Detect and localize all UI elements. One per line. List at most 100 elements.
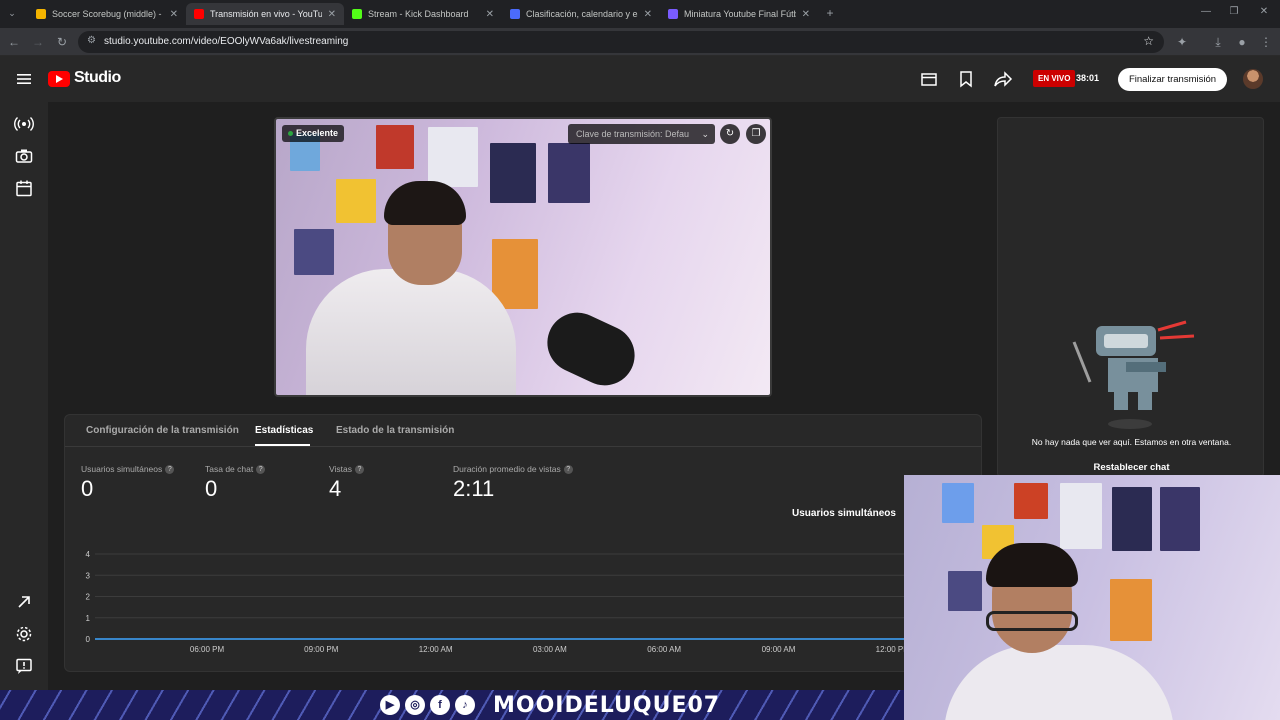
stream-key-label: Clave de transmisión: Defau	[576, 129, 690, 139]
x-tick-label: 12:00 AM	[419, 645, 453, 654]
banner-pattern	[0, 690, 904, 720]
x-tick-label: 03:00 AM	[533, 645, 567, 654]
poster-image	[490, 143, 536, 203]
facebook-icon: f	[430, 695, 450, 715]
x-tick-label: 06:00 AM	[647, 645, 681, 654]
tab-title: Stream - Kick Dashboard	[368, 9, 469, 19]
y-tick-label: 4	[86, 550, 91, 559]
avatar[interactable]	[1243, 69, 1263, 89]
live-broadcast-icon[interactable]	[14, 114, 34, 134]
studio-header: Studio EN VIVO 38:01 Finalizar transmisi…	[0, 56, 1280, 102]
external-link-icon[interactable]	[14, 592, 34, 612]
webcam-streamer-hair	[986, 543, 1078, 587]
share-icon[interactable]	[993, 69, 1013, 89]
browser-tab[interactable]: Stream - Kick Dashboard ✕	[344, 3, 502, 25]
new-tab-button[interactable]: +	[822, 5, 838, 21]
tab-title: Clasificación, calendario y estad	[526, 9, 638, 19]
x-tick-label: 09:00 AM	[762, 645, 796, 654]
webcam-streamer-body	[944, 645, 1174, 720]
minimize-icon[interactable]: —	[1198, 4, 1214, 20]
tab-title: Soccer Scorebug (middle) - Sta	[52, 9, 164, 19]
tab-search-icon[interactable]: ⌄	[4, 5, 20, 21]
address-bar-row: ← → ↻ ⚙ studio.youtube.com/video/EOOlyWV…	[0, 28, 1280, 56]
left-rail	[0, 102, 48, 690]
poster-image	[428, 127, 478, 187]
poster-image	[376, 125, 414, 169]
tab-favicon-icon	[668, 9, 678, 19]
streamer-hair	[384, 181, 466, 225]
extensions-icon[interactable]: ✦	[1174, 34, 1190, 50]
poster-image	[1060, 483, 1102, 549]
browser-tab[interactable]: Clasificación, calendario y estad ✕	[502, 3, 660, 25]
reset-chat-button[interactable]: Restablecer chat	[998, 462, 1265, 473]
window-close-icon[interactable]: ✕	[1256, 4, 1272, 20]
y-tick-label: 3	[86, 571, 91, 580]
omnibox[interactable]: ⚙ studio.youtube.com/video/EOOlyWVa6ak/l…	[78, 31, 1164, 53]
browser-tab[interactable]: Miniatura Youtube Final Fútbol ✕	[660, 3, 818, 25]
poster-image	[336, 179, 376, 223]
stats-panel: Configuración de la transmisión Estadíst…	[64, 414, 982, 672]
tab-close-icon[interactable]: ✕	[328, 9, 336, 20]
browser-menu-icon[interactable]: ⋮	[1258, 34, 1274, 50]
end-stream-button[interactable]: Finalizar transmisión	[1118, 68, 1227, 91]
tab-title: Transmisión en vivo - YouTube	[210, 9, 322, 19]
tab-close-icon[interactable]: ✕	[802, 9, 810, 20]
download-icon[interactable]: ⤓	[1210, 34, 1226, 50]
webcam-streamer-glasses	[986, 611, 1078, 631]
bookmark-icon[interactable]	[956, 69, 976, 89]
x-tick-label: 09:00 PM	[304, 645, 339, 654]
stream-key-dropdown[interactable]: Clave de transmisión: Defau ⌄	[568, 124, 715, 144]
back-icon[interactable]: ←	[6, 34, 22, 50]
chat-empty-message: No hay nada que ver aquí. Estamos en otr…	[1031, 437, 1232, 447]
chevron-down-icon: ⌄	[701, 129, 709, 139]
poster-image	[1160, 487, 1200, 551]
restore-icon[interactable]: ❐	[1226, 4, 1242, 20]
tab-title: Miniatura Youtube Final Fútbol	[684, 9, 796, 19]
clapperboard-icon[interactable]	[919, 69, 939, 89]
streamer-body	[306, 269, 516, 395]
poster-image	[1110, 579, 1152, 641]
robot-illustration-icon	[1072, 320, 1195, 429]
refresh-icon[interactable]: ↻	[720, 124, 740, 144]
stream-quality-badge: Excelente	[282, 125, 345, 142]
tiktok-icon: ♪	[455, 695, 475, 715]
menu-icon[interactable]	[14, 69, 34, 89]
x-tick-label: 06:00 PM	[190, 645, 225, 654]
poster-image	[942, 483, 974, 523]
url-text: studio.youtube.com/video/EOOlyWVa6ak/liv…	[104, 36, 349, 47]
camera-icon[interactable]	[14, 146, 34, 166]
site-info-icon[interactable]: ⚙	[87, 35, 96, 46]
youtube-logo-icon[interactable]	[48, 71, 70, 87]
gear-icon[interactable]	[14, 624, 34, 644]
chat-panel: No hay nada que ver aquí. Estamos en otr…	[997, 117, 1264, 477]
profile-icon[interactable]: ●	[1234, 34, 1250, 50]
tab-close-icon[interactable]: ✕	[486, 9, 494, 20]
stream-banner: ▶ ◎ f ♪ MOOIDELUQUE07	[0, 690, 904, 720]
instagram-icon: ◎	[405, 695, 425, 715]
tab-close-icon[interactable]: ✕	[170, 9, 178, 20]
concurrent-viewers-chart: 0 1 2 3 4 06:00 PM 09:00 PM 12:00 AM 03:00 AM 06:…	[86, 550, 911, 654]
stream-preview[interactable]: Excelente Clave de transmisión: Defau ⌄ …	[274, 117, 772, 397]
tab-favicon-icon	[194, 9, 204, 19]
browser-tab[interactable]: Transmisión en vivo - YouTube ✕	[186, 3, 344, 25]
y-tick-label: 1	[86, 614, 91, 623]
bookmark-star-icon[interactable]: ☆	[1143, 34, 1154, 48]
feedback-icon[interactable]	[14, 656, 34, 676]
browser-tab[interactable]: Soccer Scorebug (middle) - Sta ✕	[28, 3, 186, 25]
copy-icon[interactable]: ❐	[746, 124, 766, 144]
banner-channel-name: MOOIDELUQUE07	[493, 693, 721, 718]
reload-icon[interactable]: ↻	[54, 34, 70, 50]
microphone	[537, 302, 645, 395]
y-tick-label: 2	[86, 593, 91, 602]
calendar-icon[interactable]	[14, 178, 34, 198]
tab-favicon-icon	[510, 9, 520, 19]
forward-icon[interactable]: →	[30, 34, 46, 50]
poster-image	[1014, 483, 1048, 519]
browser-tab-strip: ⌄ Soccer Scorebug (middle) - Sta✕Transmi…	[0, 0, 1280, 28]
poster-image	[948, 571, 982, 611]
studio-logo-text[interactable]: Studio	[74, 69, 121, 87]
tab-favicon-icon	[36, 9, 46, 19]
poster-image	[294, 229, 334, 275]
tab-favicon-icon	[352, 9, 362, 19]
tab-close-icon[interactable]: ✕	[644, 9, 652, 20]
